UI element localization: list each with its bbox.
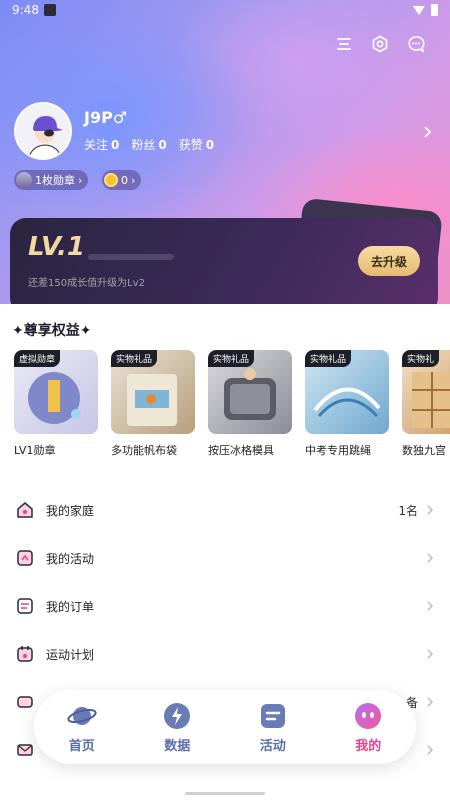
- menu-item-activities[interactable]: 我的活动: [0, 534, 450, 582]
- nav-home[interactable]: 首页: [47, 701, 117, 754]
- bottom-nav: 首页 数据 活动 我的: [34, 690, 416, 764]
- settings-icon[interactable]: [370, 34, 390, 54]
- sparkle-icon: ✦: [12, 323, 24, 339]
- stat-followers[interactable]: 粉丝 0: [131, 136, 166, 153]
- battery-icon: [431, 4, 438, 16]
- home-icon: [17, 502, 33, 518]
- nav-data[interactable]: 数据: [142, 701, 212, 754]
- nav-activity[interactable]: 活动: [238, 701, 308, 754]
- game-icon: [17, 696, 33, 708]
- benefits-list: 虚拟勋章 LV1勋章 实物礼品 多功能帆布袋 实物礼品 按压冰格模具 实物礼品 …: [14, 350, 450, 462]
- upgrade-button[interactable]: 去升级: [358, 246, 420, 276]
- home-indicator: [185, 792, 265, 795]
- header-actions: [334, 34, 426, 54]
- level-progress-bar: [88, 254, 174, 260]
- lightning-icon: [164, 702, 191, 729]
- planet-icon: [67, 706, 97, 725]
- face-icon: [355, 702, 382, 729]
- benefit-item[interactable]: 实物礼 数独九宫: [402, 350, 450, 458]
- medal-icon: [16, 172, 32, 188]
- profile-stats: 关注 0 粉丝 0 获赞 0: [84, 136, 214, 153]
- chevron-right-icon: [427, 697, 434, 707]
- stat-following[interactable]: 关注 0: [84, 136, 119, 153]
- jump-rope-image: 实物礼品: [305, 350, 389, 434]
- benefit-item[interactable]: 虚拟勋章 LV1勋章: [14, 350, 98, 458]
- status-time: 9:48: [12, 3, 39, 17]
- chevron-right-icon: [427, 601, 434, 611]
- coin-pill[interactable]: 0 ›: [102, 170, 142, 190]
- menu-item-orders[interactable]: 我的订单: [0, 582, 450, 630]
- avatar[interactable]: [14, 102, 72, 160]
- coin-icon: [104, 173, 118, 187]
- activity-icon: [17, 550, 33, 566]
- menu-item-family[interactable]: 我的家庭 1名: [0, 486, 450, 534]
- badge-pill[interactable]: 1枚勋章 ›: [14, 170, 89, 190]
- status-bar: 9:48: [0, 0, 450, 22]
- activity-icon: [260, 703, 285, 728]
- menu-item-exercise-plan[interactable]: 运动计划: [0, 630, 450, 678]
- ice-tray-image: 实物礼品: [208, 350, 292, 434]
- chevron-right-icon: [427, 553, 434, 563]
- stat-likes[interactable]: 获赞 0: [179, 136, 214, 153]
- chevron-right-icon: ›: [78, 173, 83, 187]
- benefits-title: ✦尊享权益✦: [12, 323, 92, 339]
- mail-icon: [17, 744, 33, 756]
- menu-icon[interactable]: [334, 34, 354, 54]
- chevron-right-icon: [427, 505, 434, 515]
- benefit-item[interactable]: 实物礼品 中考专用跳绳: [305, 350, 389, 458]
- nav-mine[interactable]: 我的: [333, 701, 403, 754]
- chevron-right-icon: [427, 649, 434, 659]
- username[interactable]: J9P♂: [84, 108, 127, 127]
- benefit-item[interactable]: 实物礼品 多功能帆布袋: [111, 350, 195, 458]
- order-icon: [17, 598, 33, 614]
- chevron-right-icon[interactable]: [422, 124, 434, 140]
- level-subtitle: 还差150成长值升级为Lv2: [28, 278, 145, 289]
- level-card[interactable]: LV.1 还差150成长值升级为Lv2 去升级: [10, 218, 438, 314]
- wifi-icon: [413, 5, 425, 15]
- calendar-icon: [17, 646, 33, 662]
- chevron-right-icon: ›: [131, 173, 136, 187]
- level-title: LV.1: [28, 232, 86, 262]
- sudoku-image: 实物礼: [402, 350, 450, 434]
- chevron-right-icon: [427, 745, 434, 755]
- benefit-item[interactable]: 实物礼品 按压冰格模具: [208, 350, 292, 458]
- message-icon[interactable]: [406, 34, 426, 54]
- canvas-bag-image: 实物礼品: [111, 350, 195, 434]
- notification-icon: [44, 4, 56, 16]
- sparkle-icon: ✦: [79, 323, 92, 339]
- badge-image: 虚拟勋章: [14, 350, 98, 434]
